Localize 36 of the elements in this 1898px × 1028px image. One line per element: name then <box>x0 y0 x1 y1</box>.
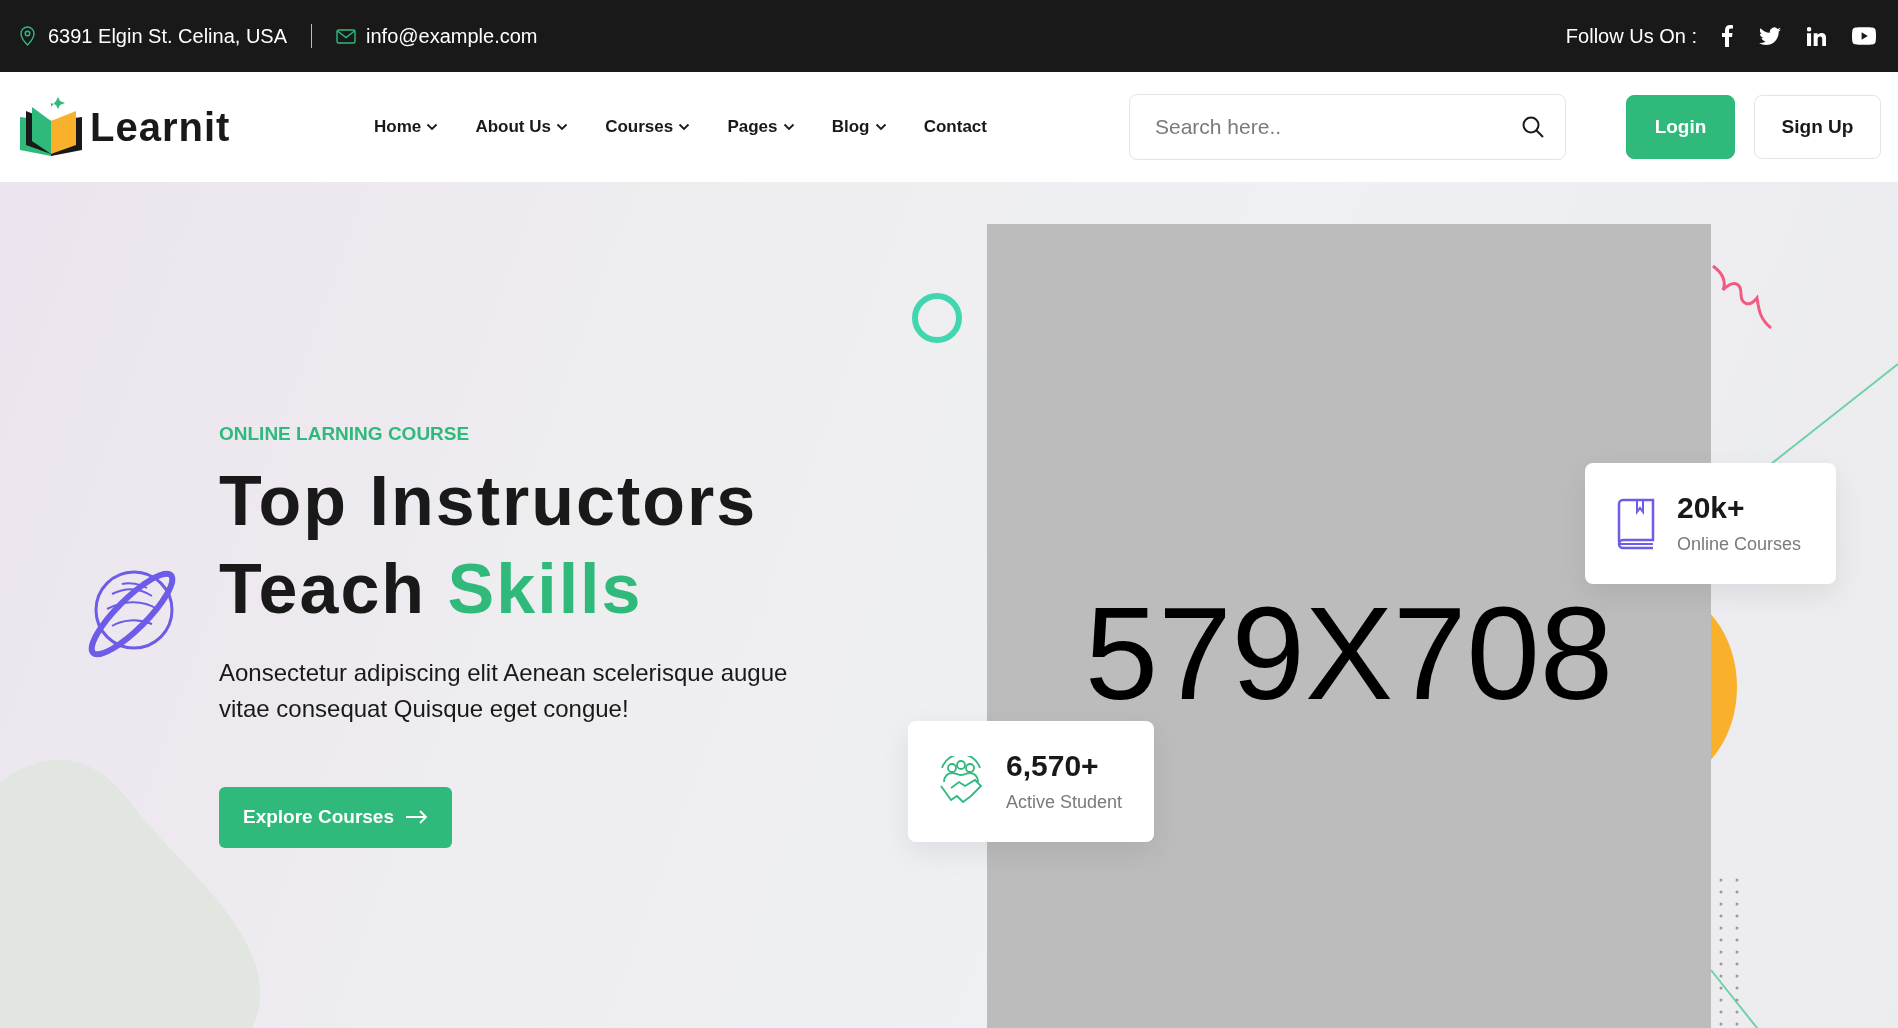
caret-icon <box>782 123 795 131</box>
caret-icon <box>874 123 887 131</box>
search-field[interactable]: Search here.. <box>1129 94 1566 160</box>
placeholder-label: 579X708 <box>1084 584 1614 724</box>
address-text: 6391 Elgin St. Celina, USA <box>48 24 288 49</box>
nav-link[interactable]: Pages <box>727 114 795 140</box>
caret-icon <box>678 123 691 131</box>
twitter-icon[interactable] <box>1759 26 1781 46</box>
stat-label: Active Student <box>1006 791 1123 814</box>
ring-shape <box>911 292 963 344</box>
stat-label: Online Courses <box>1677 533 1802 556</box>
facebook-icon[interactable] <box>1721 25 1733 47</box>
book-icon <box>1615 497 1655 550</box>
sign-up-button[interactable]: Sign Up <box>1754 95 1881 159</box>
envelope-icon <box>336 28 357 44</box>
nav-link[interactable]: Contact <box>923 114 987 140</box>
email-link[interactable]: info@example.com <box>366 21 538 51</box>
eyebrow-text: ONLINE LARNING COURSE <box>219 422 471 446</box>
follow-label: Follow Us On : <box>1565 24 1697 49</box>
youtube-icon[interactable] <box>1852 27 1876 45</box>
search-icon[interactable] <box>1522 116 1544 138</box>
linkedin-icon[interactable] <box>1807 26 1826 46</box>
hero-description: Aonsectetur adipiscing elit Aenean scelerisque augue vitae consequat Quisque eget congue! <box>219 657 789 724</box>
stat-value: 20k+ <box>1677 490 1746 526</box>
nav-link[interactable]: Blog <box>831 114 887 140</box>
caret-icon <box>426 123 439 131</box>
caret-icon <box>556 123 568 131</box>
hero-title: Top Instructors Teach Skills <box>219 460 759 630</box>
nav-link[interactable]: Courses <box>605 114 691 140</box>
location-pin-icon <box>20 26 35 46</box>
logo[interactable]: Learnit <box>18 97 374 157</box>
nav-link[interactable]: Home <box>374 114 439 140</box>
open-book-icon <box>18 97 84 157</box>
arrow-right-icon <box>406 810 428 824</box>
stat-value: 6,570+ <box>1006 748 1100 784</box>
nav-link[interactable]: About Us <box>475 114 568 140</box>
